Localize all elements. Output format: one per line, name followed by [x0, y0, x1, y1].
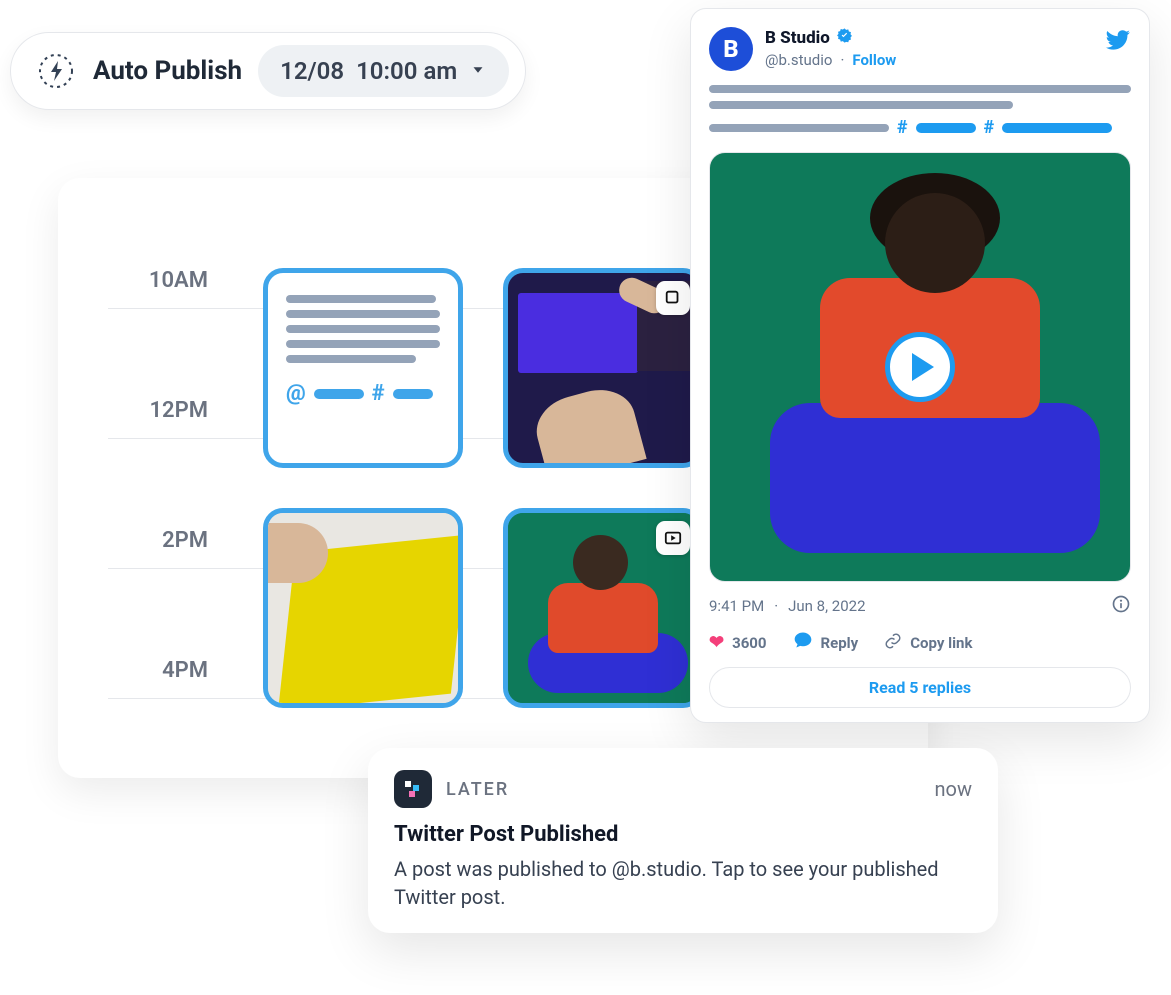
toast-app-name: LATER	[446, 779, 509, 800]
link-icon	[884, 632, 902, 654]
schedule-date: 12/08	[280, 57, 344, 85]
follow-link[interactable]: Follow	[852, 51, 896, 69]
scheduled-post-image[interactable]	[263, 508, 463, 708]
scheduled-post-text[interactable]: @ #	[263, 268, 463, 468]
read-replies-button[interactable]: Read 5 replies	[709, 667, 1131, 708]
chevron-down-icon	[469, 57, 487, 85]
auto-publish-label: Auto Publish	[93, 56, 242, 86]
hashtag-icon: #	[897, 117, 908, 138]
tweet-text: # #	[709, 85, 1131, 138]
scheduled-post-video[interactable]	[503, 508, 703, 708]
info-icon[interactable]	[1111, 594, 1131, 618]
hashtag-icon: #	[372, 381, 385, 406]
avatar[interactable]: B	[709, 27, 753, 71]
tweet-author-name[interactable]: B Studio	[765, 28, 830, 48]
copy-link-label: Copy link	[910, 634, 972, 652]
tweet-handle[interactable]: @b.studio	[765, 51, 832, 69]
schedule-selector[interactable]: 12/08 10:00 am	[258, 45, 509, 97]
like-count: 3600	[732, 634, 766, 652]
heart-icon: ❤	[709, 632, 724, 653]
reply-button[interactable]: Reply	[793, 630, 859, 655]
bolt-icon	[35, 50, 77, 92]
reply-label: Reply	[821, 634, 859, 652]
time-label: 4PM	[58, 658, 208, 683]
toast-title: Twitter Post Published	[394, 822, 972, 847]
tweet-date: Jun 8, 2022	[788, 597, 865, 615]
tweet-media[interactable]	[709, 152, 1131, 582]
mention-icon: @	[286, 381, 306, 406]
verified-icon	[836, 27, 853, 49]
hashtag-icon: #	[984, 117, 995, 138]
notification-toast[interactable]: LATER now Twitter Post Published A post …	[368, 748, 998, 933]
time-label: 12PM	[58, 398, 208, 423]
toast-time: now	[935, 777, 972, 801]
like-button[interactable]: ❤ 3600	[709, 632, 767, 653]
twitter-icon	[1105, 27, 1131, 57]
schedule-time: 10:00 am	[356, 57, 457, 85]
time-label: 10AM	[58, 268, 208, 293]
tweet-card: B B Studio @b.studio · Follow # #	[690, 8, 1150, 723]
later-app-icon	[394, 770, 432, 808]
tweet-time: 9:41 PM	[709, 597, 764, 615]
auto-publish-pill: Auto Publish 12/08 10:00 am	[10, 32, 526, 110]
play-icon[interactable]	[885, 332, 955, 402]
copy-link-button[interactable]: Copy link	[884, 632, 972, 654]
carousel-icon	[656, 281, 690, 315]
reply-icon	[793, 630, 813, 655]
video-icon	[656, 521, 690, 555]
toast-body: A post was published to @b.studio. Tap t…	[394, 855, 972, 911]
scheduled-post-image[interactable]	[503, 268, 703, 468]
time-label: 2PM	[58, 528, 208, 553]
